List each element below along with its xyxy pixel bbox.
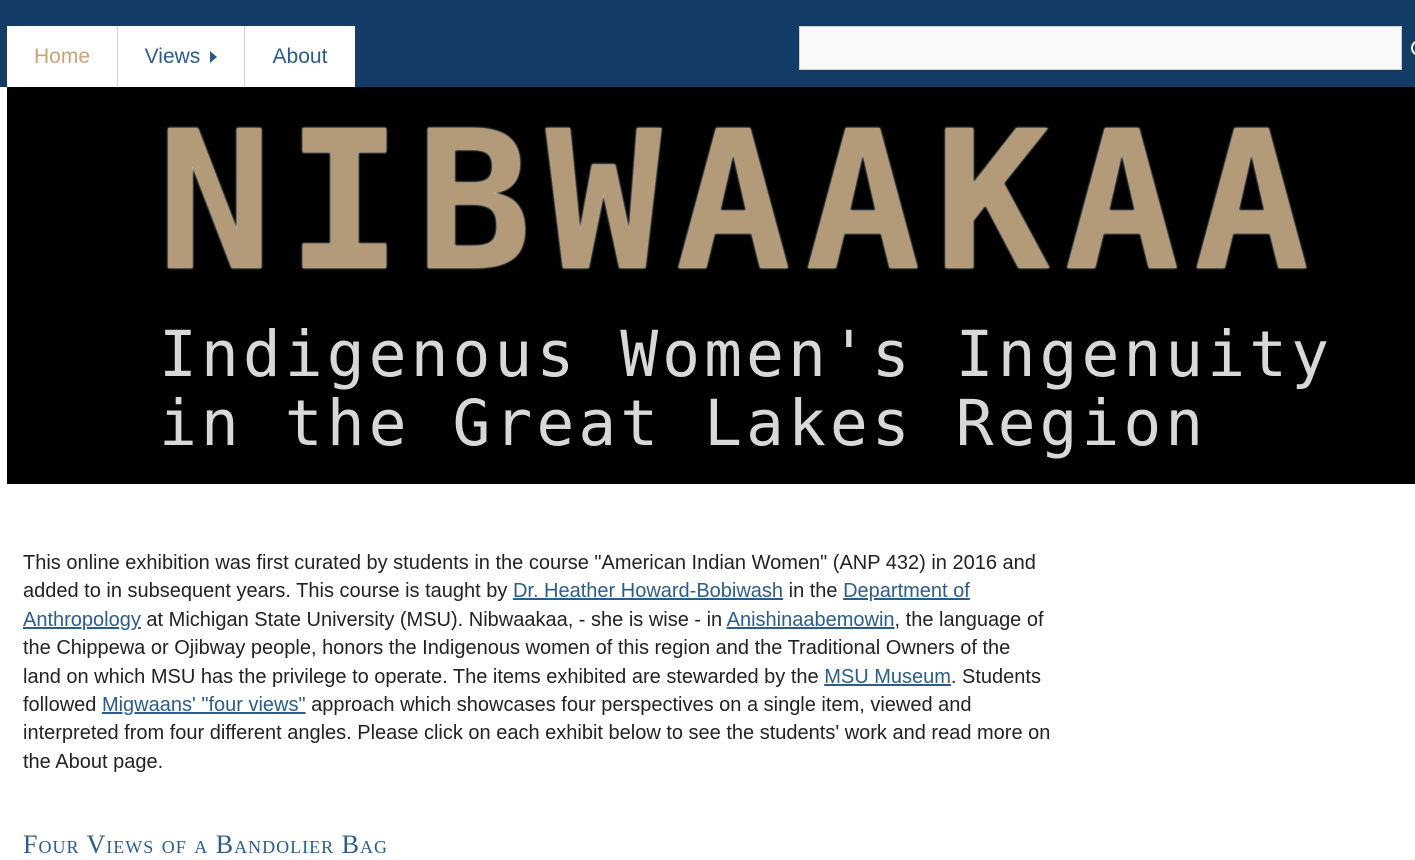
banner-subtitle: Indigenous Women's Ingenuity in the Grea… <box>159 320 1333 458</box>
intro-text-2: in the <box>783 580 844 603</box>
search-input[interactable] <box>799 26 1402 70</box>
main-nav: Home Views About <box>7 26 355 87</box>
anishinaabemowin-link[interactable]: Anishinaabemowin <box>727 609 895 631</box>
search-button[interactable] <box>1403 26 1415 70</box>
banner-subtitle-line1: Indigenous Women's Ingenuity <box>159 318 1334 391</box>
exhibit-title-link[interactable]: Four Views of a Bandolier Bag <box>23 830 388 860</box>
instructor-link[interactable]: Dr. Heather Howard-Bobiwash <box>513 580 783 602</box>
nav-about[interactable]: About <box>245 26 355 87</box>
nav-home-label: Home <box>33 44 91 68</box>
msu-museum-link[interactable]: MSU Museum <box>824 666 951 688</box>
intro-paragraph: This online exhibition was first curated… <box>23 549 1053 776</box>
intro-text-3: at Michigan State University (MSU). Nibw… <box>140 608 727 631</box>
nav-home[interactable]: Home <box>7 26 118 87</box>
caret-right-icon <box>210 50 218 63</box>
search-icon <box>1411 40 1415 56</box>
nav-views-label: Views <box>144 44 201 68</box>
hero-banner: NIBWAAKAA Indigenous Women's Ingenuity i… <box>7 87 1415 484</box>
banner-subtitle-line2: in the Great Lakes Region <box>159 387 1208 460</box>
banner-title: NIBWAAKAA <box>157 91 1324 314</box>
four-views-link[interactable]: Migwaans' "four views" <box>102 694 306 716</box>
nav-about-label: About <box>272 44 328 68</box>
nav-views[interactable]: Views <box>118 26 245 87</box>
